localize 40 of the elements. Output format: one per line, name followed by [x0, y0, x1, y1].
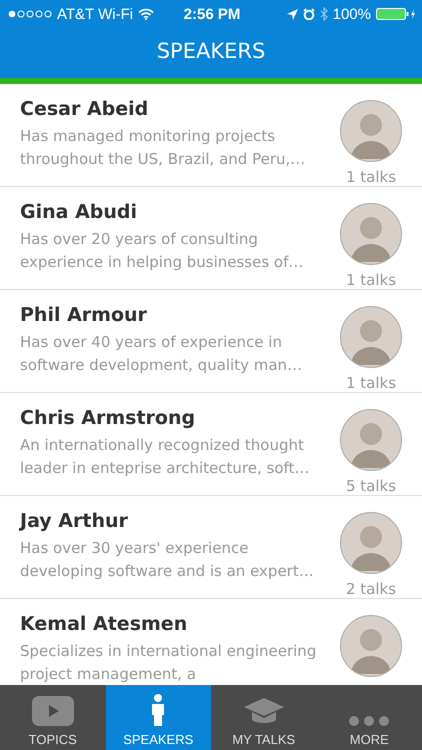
- talk-count: 5 talks: [346, 477, 396, 495]
- speaker-name: Kemal Atesmen: [20, 613, 188, 635]
- tab-bar-item[interactable]: MORE: [316, 685, 422, 750]
- alarm-clock-icon: [302, 8, 315, 20]
- person-icon: [150, 694, 166, 726]
- tab-bar-item[interactable]: TOPICS: [0, 685, 106, 750]
- graduation-cap-icon: [244, 698, 284, 726]
- speaker-bio: Has managed monitoring projects throughout the US, Brazil, and Peru,…: [20, 126, 306, 170]
- more-icon: [349, 716, 390, 726]
- signal-icon: [8, 10, 52, 18]
- speaker-bio: Specializes in international engineering project management, a: [20, 641, 318, 685]
- speaker-bio: Has over 20 years of consulting experience in helping businesses of…: [20, 229, 304, 273]
- speaker-bio: An internationally recognized thought leader in enteprise architecture, soft…: [20, 435, 310, 479]
- bluetooth-icon: [320, 7, 328, 21]
- speaker-row[interactable]: Jay Arthur Has over 30 years' experience developing software and is an expert… 2 talks: [0, 496, 422, 599]
- speaker-row[interactable]: Cesar Abeid Has managed monitoring projects throughout the US, Brazil, and Peru,… 1 talks: [0, 84, 422, 187]
- screen-title: SPEAKERS: [156, 38, 266, 65]
- location-icon: [286, 8, 298, 20]
- battery-charging-icon: [376, 8, 416, 20]
- speaker-bio: Has over 40 years of experience in software development, quality man…: [20, 332, 304, 376]
- talk-count: 1 talks: [346, 168, 396, 186]
- carrier-text: AT&T Wi-Fi: [57, 6, 134, 22]
- talk-count: 1 talks: [346, 271, 396, 289]
- tab-bar-item[interactable]: SPEAKERS: [106, 685, 211, 750]
- play-icon: [32, 696, 74, 726]
- status-time: 2:56 PM: [184, 6, 240, 22]
- talk-count: 2 talks: [346, 580, 396, 598]
- speaker-row[interactable]: Gina Abudi Has over 20 years of consulting experience in helping businesses of… 1 talks: [0, 187, 422, 290]
- speaker-name: Gina Abudi: [20, 201, 138, 223]
- speaker-row[interactable]: Chris Armstrong An internationally recognized thought leader in enteprise architecture, soft… 5 talks: [0, 393, 422, 496]
- battery-percent: 100%: [332, 6, 371, 22]
- speaker-name: Chris Armstrong: [20, 407, 196, 429]
- speaker-name: Cesar Abeid: [20, 98, 150, 120]
- speaker-row[interactable]: Phil Armour Has over 40 years of experience in software development, quality man… 1 talks: [0, 290, 422, 393]
- talk-count: 1 talks: [346, 374, 396, 392]
- speaker-bio: Has over 30 years' experience developing software and is an expert…: [20, 538, 315, 582]
- speaker-name: Phil Armour: [20, 304, 148, 326]
- wifi-icon: [138, 8, 154, 20]
- speaker-name: Jay Arthur: [20, 510, 129, 532]
- tab-bar-item[interactable]: MY TALKS: [211, 685, 316, 750]
